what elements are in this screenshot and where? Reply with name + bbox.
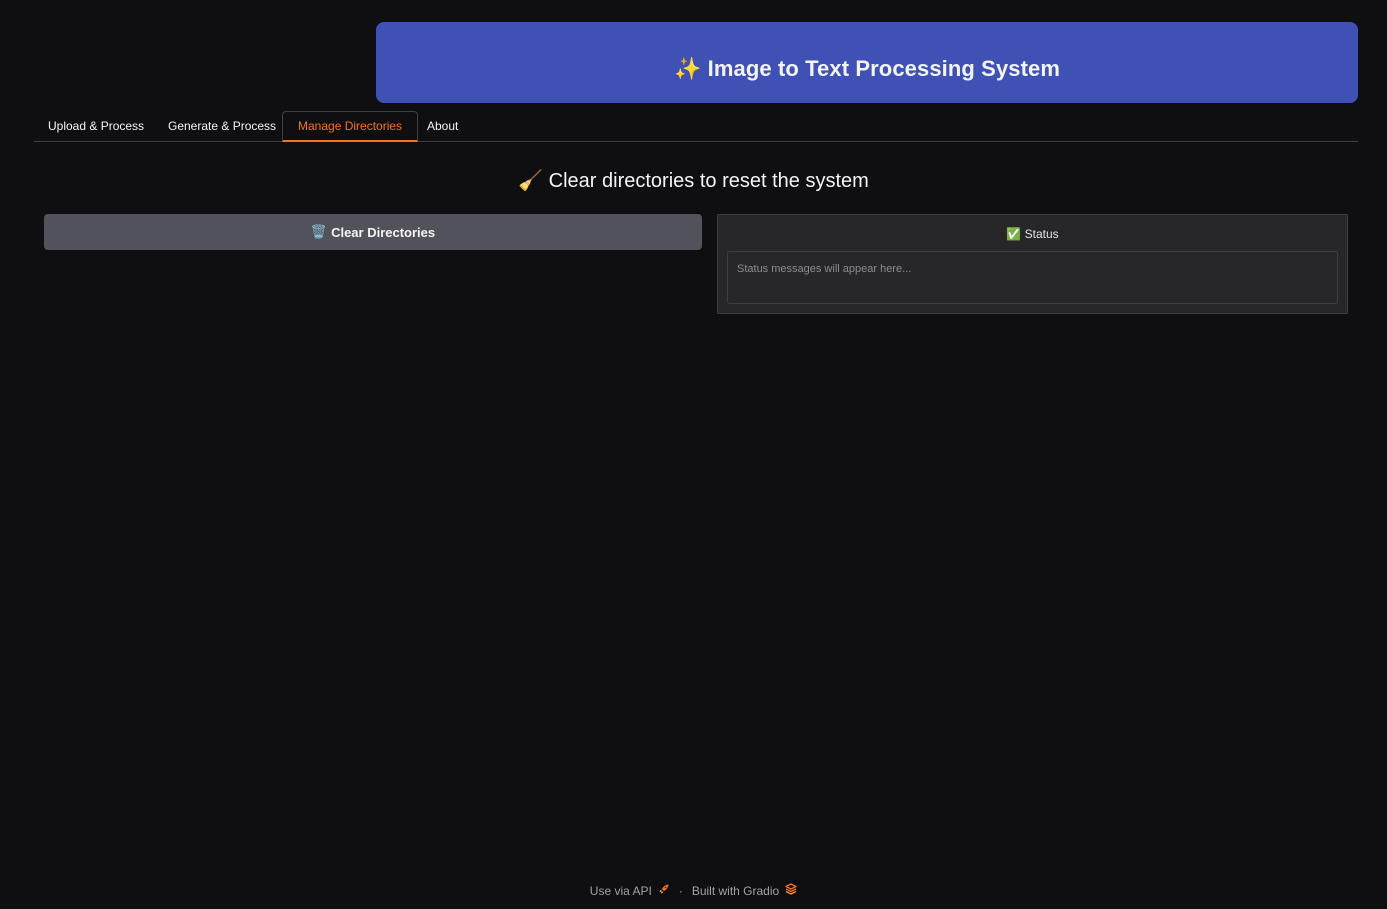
use-via-api-label: Use via API (589, 883, 652, 898)
app-root: ✨ Image to Text Processing System Upload… (0, 0, 1387, 909)
footer: Use via API · Built with Gradio (0, 883, 1387, 898)
tab-upload-process[interactable]: Upload & Process (48, 111, 144, 142)
clear-directories-label: Clear Directories (331, 224, 436, 240)
page-title: ✨ Image to Text Processing System (674, 56, 1060, 82)
built-with-gradio-link[interactable]: Built with Gradio (692, 883, 797, 898)
header-banner: ✨ Image to Text Processing System (376, 22, 1358, 103)
broom-icon: 🧹 (518, 168, 544, 192)
footer-separator: · (678, 883, 683, 898)
status-label-text: Status (1024, 227, 1059, 241)
section-heading-text: Clear directories to reset the system (548, 170, 869, 192)
built-with-gradio-label: Built with Gradio (691, 883, 780, 898)
tab-about[interactable]: About (427, 111, 458, 142)
status-textarea[interactable] (727, 251, 1338, 304)
tab-bar: Upload & Process Generate & Process Mana… (34, 111, 1358, 142)
tab-generate-process[interactable]: Generate & Process (168, 111, 276, 142)
sparkles-icon: ✨ (673, 56, 702, 82)
tab-manage-directories[interactable]: Manage Directories (282, 111, 419, 142)
wastebasket-icon: 🗑️ (310, 224, 328, 240)
status-panel: ✅ Status (717, 214, 1348, 314)
check-mark-icon: ✅ (1006, 227, 1022, 241)
use-via-api-link[interactable]: Use via API (590, 883, 670, 898)
page-title-text: Image to Text Processing System (707, 55, 1061, 81)
status-label: ✅ Status (718, 227, 1347, 241)
section-heading: 🧹 Clear directories to reset the system (0, 168, 1387, 193)
rocket-icon (658, 883, 670, 898)
clear-directories-button[interactable]: 🗑️ Clear Directories (44, 214, 702, 250)
gradio-logo-icon (785, 883, 797, 898)
